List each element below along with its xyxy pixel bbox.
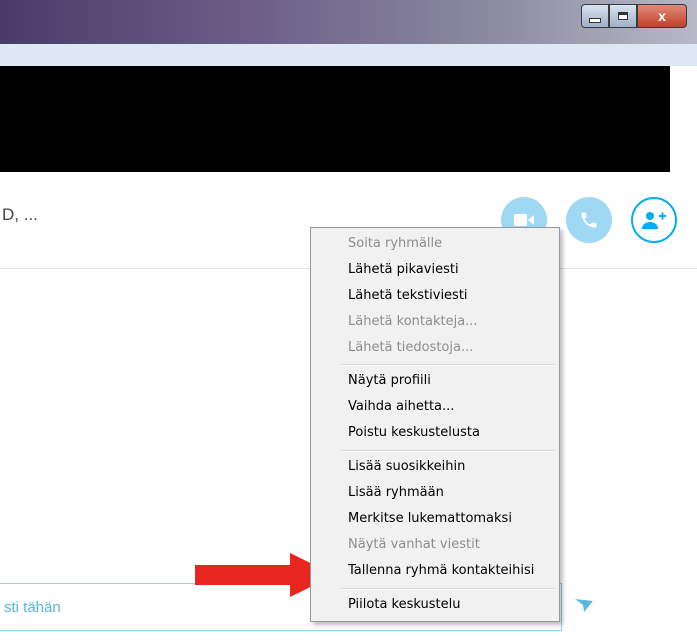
minimize-button[interactable] [581,4,609,28]
minimize-icon [589,17,601,23]
send-button[interactable] [574,597,594,618]
menu-item-soita-ryhmalle[interactable]: Soita ryhmälle [348,236,442,251]
menu-item-lisaa-suosikkeihin[interactable]: Lisää suosikkeihin [348,459,465,474]
maximize-icon [618,12,628,20]
menu-item-lisaa-ryhmaan[interactable]: Lisää ryhmään [348,485,444,500]
menu-item-laheta-kontakteja[interactable]: Lähetä kontakteja... [348,314,478,329]
maximize-button[interactable] [609,4,637,28]
add-person-icon [642,212,666,229]
menu-item-nayta-vanhat-viestit[interactable]: Näytä vanhat viestit [348,537,480,552]
menu-item-vaihda-aihetta[interactable]: Vaihda aihetta... [348,399,454,414]
menu-item-merkitse-lukemattomaksi[interactable]: Merkitse lukemattomaksi [348,511,512,526]
menu-separator [341,364,555,366]
add-participant-button[interactable] [631,197,677,243]
menu-item-poistu-keskustelusta[interactable]: Poistu keskustelusta [348,425,480,440]
message-input-placeholder: sti tähän [4,599,61,616]
menu-item-piilota-keskustelu[interactable]: Piilota keskustelu [348,597,460,612]
window-controls: x [581,4,687,28]
toolbar-band [0,44,697,66]
menu-separator [341,588,555,590]
close-button[interactable]: x [637,4,687,28]
video-camera-icon [514,214,534,226]
menu-item-laheta-tiedostoja[interactable]: Lähetä tiedostoja... [348,340,473,355]
menu-item-tallenna-ryhma-kontakteihisi[interactable]: Tallenna ryhmä kontakteihisi [348,563,534,578]
audio-call-button[interactable] [566,197,612,243]
menu-separator [341,450,555,452]
redacted-header [0,66,670,172]
send-icon [575,599,593,612]
menu-item-laheta-pikaviesti[interactable]: Lähetä pikaviesti [348,262,459,277]
phone-icon [581,212,597,228]
menu-item-nayta-profiili[interactable]: Näytä profiili [348,373,431,388]
context-menu: Soita ryhmälle Lähetä pikaviesti Lähetä … [310,227,560,622]
window-titlebar: x [0,0,697,44]
menu-item-laheta-tekstiviesti[interactable]: Lähetä tekstiviesti [348,288,468,303]
close-icon: x [658,8,666,24]
participants-label: D, ... [2,205,38,224]
